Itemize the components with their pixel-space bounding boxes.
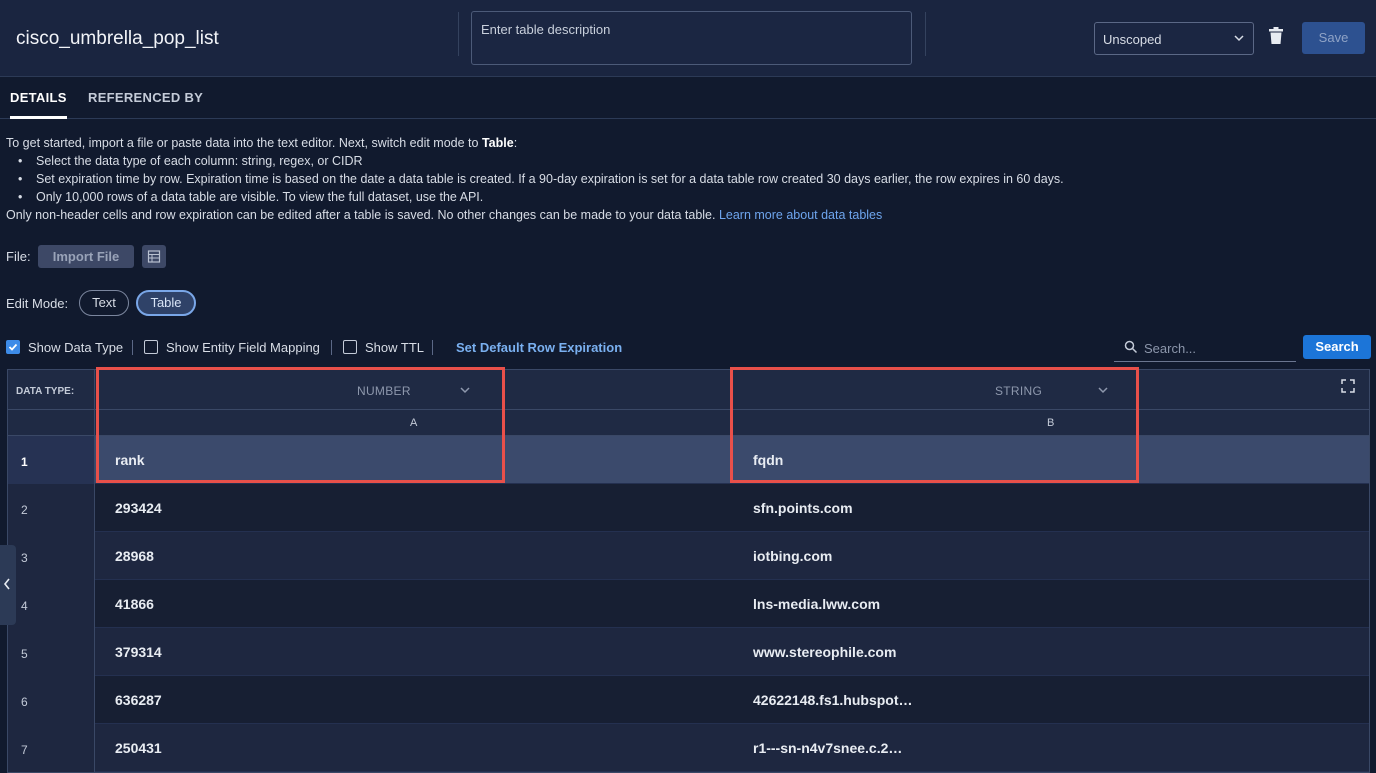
divider bbox=[132, 340, 133, 355]
edit-mode-table-button[interactable]: Table bbox=[136, 290, 196, 316]
delete-table-button[interactable] bbox=[1268, 27, 1288, 49]
table-row: 3 28968 iotbing.com bbox=[8, 532, 1369, 580]
row-number[interactable]: 3 bbox=[8, 532, 95, 580]
grid-icon bbox=[147, 250, 161, 263]
row-number[interactable]: 4 bbox=[8, 580, 95, 628]
table-row: 1 rank fqdn bbox=[8, 436, 1369, 484]
lead-end: : bbox=[513, 136, 518, 150]
data-type-label: DATA TYPE: bbox=[8, 370, 95, 410]
column-a-type[interactable]: NUMBER bbox=[357, 384, 411, 398]
data-type-header-row: DATA TYPE: NUMBER STRING bbox=[8, 370, 1369, 410]
fullscreen-icon[interactable] bbox=[1341, 379, 1355, 393]
table-cell[interactable]: r1---sn-n4v7snee.c.2… bbox=[753, 740, 902, 756]
row-number[interactable]: 5 bbox=[8, 628, 95, 676]
table-cell[interactable]: 293424 bbox=[115, 500, 162, 516]
row-number[interactable]: 1 bbox=[8, 436, 95, 484]
chevron-down-icon bbox=[1234, 35, 1244, 42]
table-row: 6 636287 42622148.fs1.hubspot… bbox=[8, 676, 1369, 724]
table-row: 7 250431 r1---sn-n4v7snee.c.2… bbox=[8, 724, 1369, 772]
divider bbox=[458, 12, 459, 56]
footer-text: Only non-header cells and row expiration… bbox=[6, 208, 719, 222]
scope-value: Unscoped bbox=[1103, 32, 1162, 47]
search-input[interactable] bbox=[1144, 338, 1292, 358]
show-ttl-label: Show TTL bbox=[365, 340, 425, 355]
data-table-grid: DATA TYPE: NUMBER STRING A B 1 rank fqdn… bbox=[7, 369, 1370, 773]
divider bbox=[925, 12, 926, 56]
column-a-header[interactable]: A bbox=[410, 417, 417, 429]
scope-select[interactable]: Unscoped bbox=[1094, 22, 1254, 55]
top-bar: cisco_umbrella_pop_list Enter table desc… bbox=[0, 0, 1376, 77]
file-label: File: bbox=[6, 249, 31, 264]
table-body: 1 rank fqdn 2 293424 sfn.points.com 3 28… bbox=[8, 436, 1369, 772]
column-b-header[interactable]: B bbox=[1047, 417, 1054, 429]
instructions-footer: Only non-header cells and row expiration… bbox=[6, 206, 1366, 224]
table-cell[interactable]: 379314 bbox=[115, 644, 162, 660]
search-box bbox=[1114, 334, 1296, 362]
learn-more-link[interactable]: Learn more about data tables bbox=[719, 208, 882, 222]
instruction-item: Set expiration time by row. Expiration t… bbox=[18, 170, 1366, 188]
save-button[interactable]: Save bbox=[1302, 22, 1365, 54]
table-cell[interactable]: fqdn bbox=[753, 452, 783, 468]
divider bbox=[432, 340, 433, 355]
instructions-list: Select the data type of each column: str… bbox=[18, 152, 1366, 206]
edit-mode-label: Edit Mode: bbox=[6, 296, 69, 311]
row-number[interactable]: 2 bbox=[8, 484, 95, 532]
edit-mode-text-button[interactable]: Text bbox=[79, 290, 129, 316]
chevron-left-icon bbox=[2, 577, 12, 594]
table-cell[interactable]: www.stereophile.com bbox=[753, 644, 896, 660]
set-default-row-expiration-link[interactable]: Set Default Row Expiration bbox=[456, 340, 622, 355]
table-row: 4 41866 lns-media.lww.com bbox=[8, 580, 1369, 628]
table-cell[interactable]: sfn.points.com bbox=[753, 500, 853, 516]
table-cell[interactable]: iotbing.com bbox=[753, 548, 832, 564]
lead-text: To get started, import a file or paste d… bbox=[6, 136, 482, 150]
tab-bar: DETAILS REFERENCED BY bbox=[0, 77, 1376, 119]
tab-referenced-by[interactable]: REFERENCED BY bbox=[88, 90, 203, 105]
instructions-lead: To get started, import a file or paste d… bbox=[6, 134, 1366, 152]
show-entity-mapping-checkbox[interactable] bbox=[144, 340, 158, 354]
file-preview-button[interactable] bbox=[142, 245, 166, 268]
table-cell[interactable]: lns-media.lww.com bbox=[753, 596, 880, 612]
instruction-item: Only 10,000 rows of a data table are vis… bbox=[18, 188, 1366, 206]
table-cell[interactable]: 636287 bbox=[115, 692, 162, 708]
show-entity-mapping-label: Show Entity Field Mapping bbox=[166, 340, 320, 355]
tab-details[interactable]: DETAILS bbox=[10, 90, 67, 119]
divider bbox=[331, 340, 332, 355]
table-row: 2 293424 sfn.points.com bbox=[8, 484, 1369, 532]
show-data-type-label: Show Data Type bbox=[28, 340, 124, 355]
table-cell[interactable]: 41866 bbox=[115, 596, 154, 612]
row-number[interactable]: 6 bbox=[8, 676, 95, 724]
checkmark-icon bbox=[8, 343, 18, 351]
instructions: To get started, import a file or paste d… bbox=[6, 134, 1366, 224]
table-cell[interactable]: rank bbox=[115, 452, 145, 468]
table-row: 5 379314 www.stereophile.com bbox=[8, 628, 1369, 676]
instruction-item: Select the data type of each column: str… bbox=[18, 152, 1366, 170]
column-letter-row: A B bbox=[8, 410, 1369, 436]
table-name: cisco_umbrella_pop_list bbox=[16, 28, 219, 49]
table-cell[interactable]: 250431 bbox=[115, 740, 162, 756]
search-button[interactable]: Search bbox=[1303, 335, 1371, 359]
header-corner bbox=[8, 410, 95, 436]
show-data-type-checkbox[interactable] bbox=[6, 340, 20, 354]
options-row: Show Data Type Show Entity Field Mapping… bbox=[6, 335, 1372, 362]
side-panel-toggle[interactable] bbox=[0, 545, 16, 625]
import-file-button[interactable]: Import File bbox=[38, 245, 134, 268]
lead-bold: Table bbox=[481, 136, 514, 150]
table-description-field[interactable]: Enter table description bbox=[471, 11, 912, 65]
chevron-down-icon[interactable] bbox=[459, 385, 471, 395]
search-icon bbox=[1124, 340, 1138, 354]
chevron-down-icon[interactable] bbox=[1097, 385, 1109, 395]
column-b-type[interactable]: STRING bbox=[995, 384, 1042, 398]
table-cell[interactable]: 28968 bbox=[115, 548, 154, 564]
show-ttl-checkbox[interactable] bbox=[343, 340, 357, 354]
row-number[interactable]: 7 bbox=[8, 724, 95, 772]
trash-icon bbox=[1269, 27, 1283, 44]
table-cell[interactable]: 42622148.fs1.hubspot… bbox=[753, 692, 913, 708]
